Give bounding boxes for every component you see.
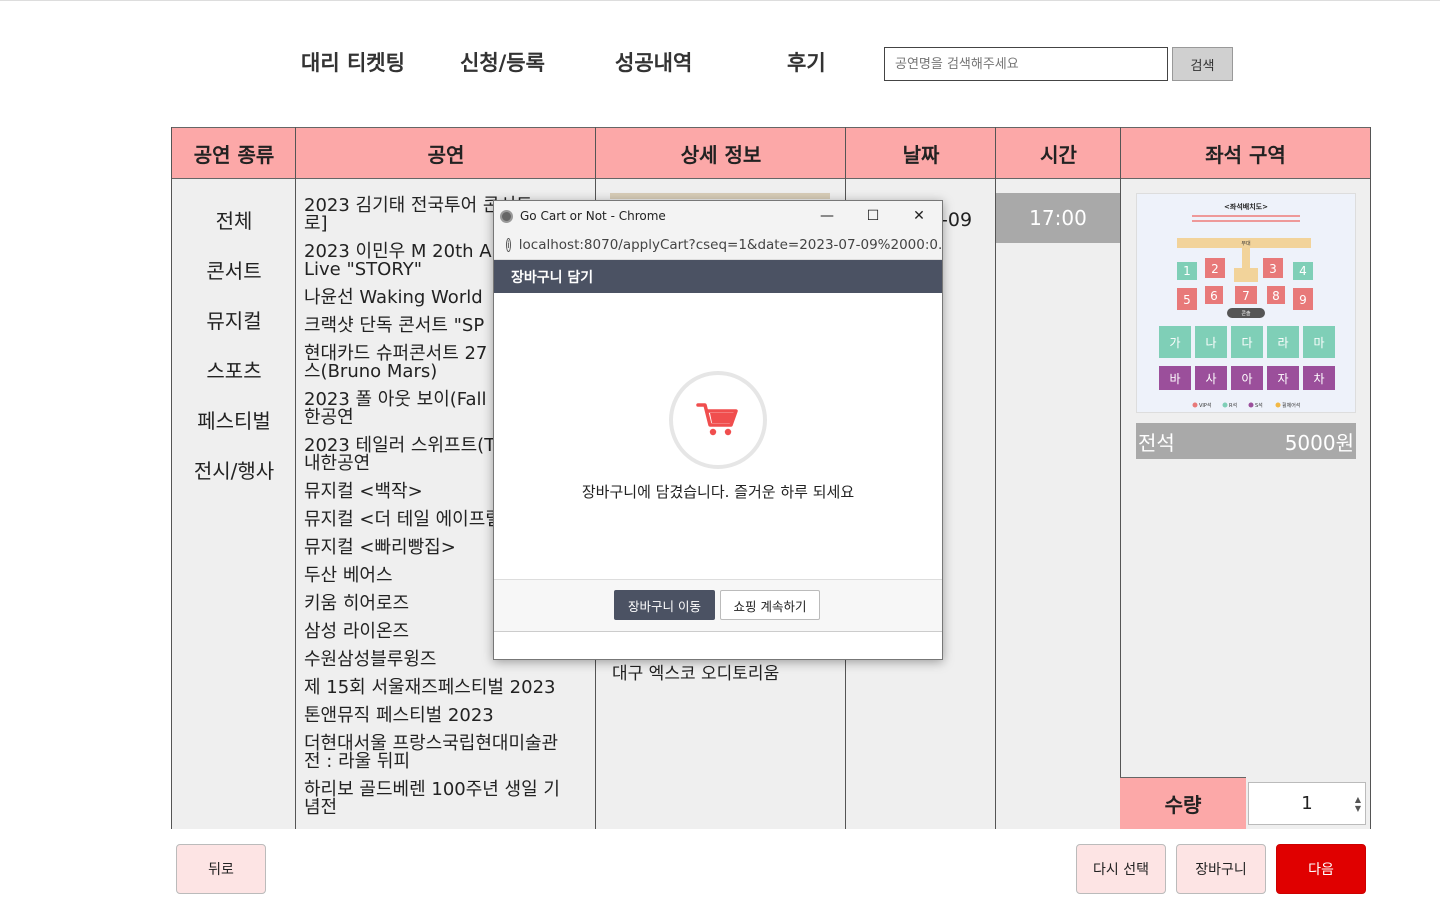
seat-map-title: <좌석배치도> bbox=[1224, 202, 1268, 211]
legend-label: 휠체어석 bbox=[1282, 402, 1300, 409]
seat-price: 5000원 bbox=[1284, 430, 1354, 455]
block-label: 3 bbox=[1269, 262, 1277, 276]
block-label: 자 bbox=[1277, 372, 1288, 386]
quantity-label: 수량 bbox=[1120, 777, 1246, 829]
poster-image bbox=[610, 193, 830, 199]
cart-icon-circle bbox=[669, 371, 767, 469]
nav-apply-register[interactable]: 신청/등록 bbox=[460, 47, 545, 77]
time-column: 시간 17:00 bbox=[995, 127, 1121, 829]
quantity-stepper[interactable]: 1 ▲ ▼ bbox=[1248, 782, 1366, 825]
go-to-cart-button[interactable]: 장바구니 이동 bbox=[614, 590, 715, 620]
spinner-arrows-icon[interactable]: ▲ ▼ bbox=[1355, 795, 1361, 813]
maximize-icon[interactable]: ☐ bbox=[850, 201, 896, 231]
time-option[interactable]: 17:00 bbox=[996, 193, 1120, 243]
info-icon[interactable]: i bbox=[506, 238, 511, 252]
back-button[interactable]: 뒤로 bbox=[176, 844, 266, 894]
block-label: 가 bbox=[1169, 336, 1180, 350]
minimize-icon[interactable]: — bbox=[804, 201, 850, 231]
nav-proxy-ticketing[interactable]: 대리 티켓팅 bbox=[301, 47, 405, 77]
cart-popup-window: Go Cart or Not - Chrome — ☐ ✕ i localhos… bbox=[493, 200, 943, 660]
chrome-icon bbox=[500, 209, 513, 223]
cart-button[interactable]: 장바구니 bbox=[1176, 844, 1266, 894]
seat-header: 좌석 구역 bbox=[1121, 127, 1370, 179]
genre-item-concert[interactable]: 콘서트 bbox=[172, 255, 296, 305]
venue-text: 대구 엑스코 오디토리움 bbox=[612, 664, 780, 684]
block-label: 차 bbox=[1313, 372, 1324, 386]
genre-item-exhibition[interactable]: 전시/행사 bbox=[172, 455, 296, 505]
genre-item-musical[interactable]: 뮤지컬 bbox=[172, 305, 296, 355]
genre-header: 공연 종류 bbox=[172, 127, 296, 179]
popup-address-bar[interactable]: i localhost:8070/applyCart?cseq=1&date=2… bbox=[494, 231, 942, 260]
block-label: 8 bbox=[1272, 289, 1280, 303]
close-icon[interactable]: ✕ bbox=[896, 201, 942, 231]
block-label: 라 bbox=[1277, 336, 1288, 350]
block-label: 6 bbox=[1210, 289, 1218, 303]
block-label: 나 bbox=[1205, 336, 1216, 350]
list-item[interactable]: 제 15회 서울재즈페스티벌 2023 bbox=[304, 679, 590, 697]
search-button[interactable]: 검색 bbox=[1172, 47, 1233, 81]
genre-column: 공연 종류 전체 콘서트 뮤지컬 스포츠 페스티벌 전시/행사 bbox=[171, 127, 296, 829]
block-label: 5 bbox=[1183, 293, 1191, 307]
nav-reviews[interactable]: 후기 bbox=[787, 47, 826, 77]
console-label: 콘솔 bbox=[1241, 310, 1251, 317]
modal-message: 장바구니에 담겼습니다. 즐거운 하루 되세요 bbox=[581, 483, 855, 501]
next-button[interactable]: 다음 bbox=[1276, 844, 1366, 894]
genre-item-all[interactable]: 전체 bbox=[172, 205, 296, 255]
block-label: 1 bbox=[1183, 264, 1191, 278]
seat-column: 좌석 구역 <좌석배치도> 무대 1 2 3 4 5 6 7 8 9 콘솔 가 … bbox=[1120, 127, 1371, 829]
legend-label: R석 bbox=[1229, 402, 1237, 409]
list-item[interactable]: 전 : 라울 뒤피 bbox=[304, 753, 590, 771]
modal-footer: 장바구니 이동 쇼핑 계속하기 bbox=[494, 580, 942, 632]
stage-label: 무대 bbox=[1241, 240, 1251, 247]
genre-item-sports[interactable]: 스포츠 bbox=[172, 355, 296, 405]
continue-shopping-button[interactable]: 쇼핑 계속하기 bbox=[720, 590, 820, 620]
block-label: 9 bbox=[1299, 293, 1307, 307]
list-item[interactable]: 하리보 골드베렌 100주년 생일 기 bbox=[304, 781, 590, 799]
modal-title: 장바구니 담기 bbox=[494, 260, 942, 293]
seat-map-image[interactable]: <좌석배치도> 무대 1 2 3 4 5 6 7 8 9 콘솔 가 나 다 라 … bbox=[1136, 193, 1356, 413]
block-label: 바 bbox=[1169, 372, 1180, 386]
popup-titlebar[interactable]: Go Cart or Not - Chrome — ☐ ✕ bbox=[494, 201, 942, 231]
block-label: 2 bbox=[1211, 262, 1219, 276]
block-label: 사 bbox=[1205, 372, 1216, 386]
modal-body: 장바구니에 담겼습니다. 즐거운 하루 되세요 bbox=[494, 293, 942, 580]
shopping-cart-icon bbox=[696, 403, 738, 436]
block-label: 4 bbox=[1299, 264, 1307, 278]
date-header: 날짜 bbox=[846, 127, 996, 179]
detail-header: 상세 정보 bbox=[596, 127, 846, 179]
quantity-value: 1 bbox=[1301, 793, 1313, 814]
genre-item-festival[interactable]: 페스티벌 bbox=[172, 405, 296, 455]
popup-url: localhost:8070/applyCart?cseq=1&date=202… bbox=[518, 237, 942, 253]
seat-grade-label: 전석 bbox=[1138, 430, 1175, 455]
time-header: 시간 bbox=[996, 127, 1121, 179]
reselect-button[interactable]: 다시 선택 bbox=[1076, 844, 1166, 894]
block-label: 마 bbox=[1313, 336, 1324, 350]
block-label: 다 bbox=[1241, 336, 1252, 350]
list-item[interactable]: 념전 bbox=[304, 799, 590, 817]
legend-label: VIP석 bbox=[1199, 402, 1212, 409]
date-value[interactable]: -09 bbox=[941, 209, 972, 231]
nav-success-history[interactable]: 성공내역 bbox=[615, 47, 692, 77]
legend-label: S석 bbox=[1255, 402, 1263, 409]
block-label: 아 bbox=[1241, 372, 1252, 386]
search-input[interactable] bbox=[884, 47, 1168, 81]
list-item[interactable]: 톤앤뮤직 페스티벌 2023 bbox=[304, 707, 590, 725]
seat-map-graphic: <좌석배치도> 무대 1 2 3 4 5 6 7 8 9 콘솔 가 나 다 라 … bbox=[1159, 202, 1335, 409]
performance-header: 공연 bbox=[296, 127, 596, 179]
seat-grade-option[interactable]: 전석 5000원 bbox=[1136, 423, 1356, 459]
popup-window-title: Go Cart or Not - Chrome bbox=[520, 209, 666, 223]
block-label: 7 bbox=[1242, 289, 1250, 303]
